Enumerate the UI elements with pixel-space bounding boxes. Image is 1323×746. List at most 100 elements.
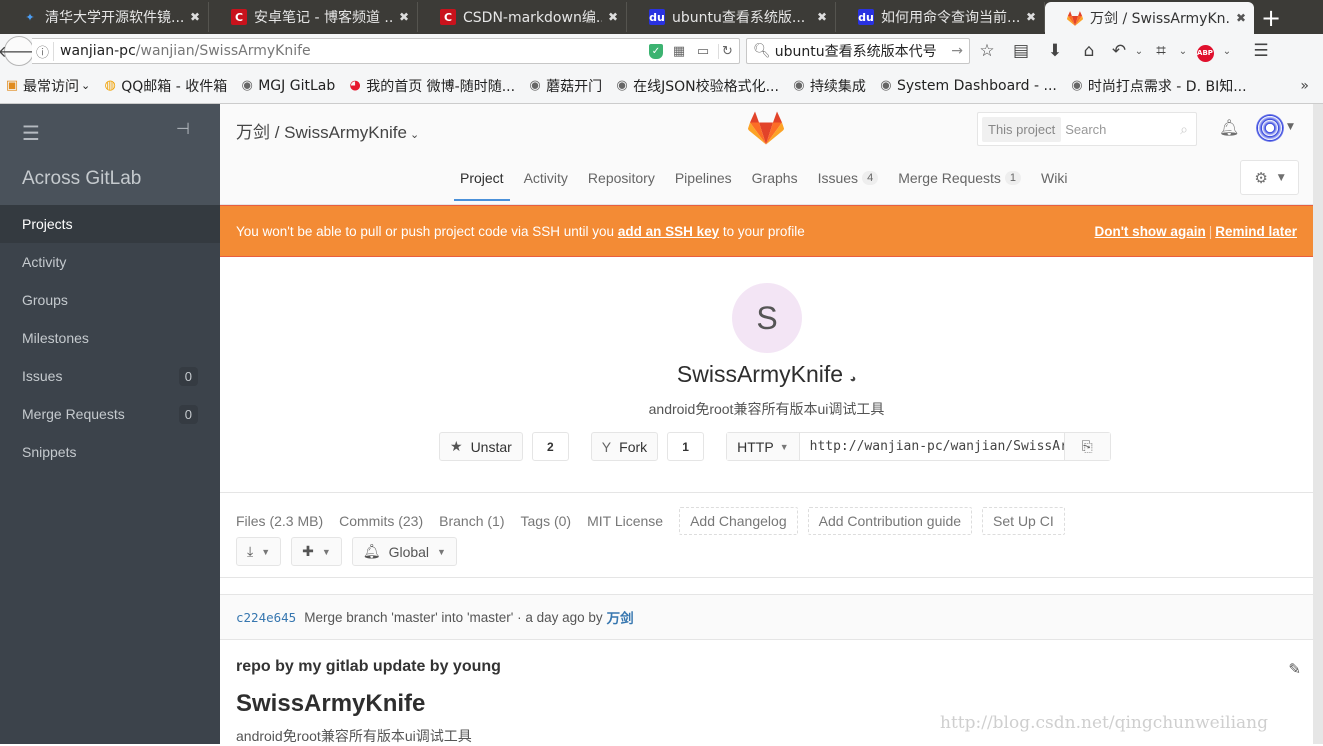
star-count[interactable]: 2 xyxy=(531,432,569,461)
hamburger-icon[interactable]: ☰ xyxy=(22,121,40,145)
add-ssh-key-link[interactable]: add an SSH key xyxy=(618,224,719,239)
chevron-down-icon[interactable]: ⌄ xyxy=(1176,46,1190,57)
license-link[interactable]: MIT License xyxy=(587,513,663,529)
tuna-icon: ✦ xyxy=(25,10,35,24)
remind-later-link[interactable]: Remind later xyxy=(1215,224,1297,239)
browser-tab[interactable]: ✦ 清华大学开源软件镜... ✖ xyxy=(0,2,209,32)
bookmark-item[interactable]: ▣ 最常访问 ⌄ xyxy=(4,76,90,96)
sidebar-title[interactable]: Across GitLab xyxy=(22,168,141,190)
bookmark-item[interactable]: ◉ System Dashboard - ... xyxy=(878,78,1057,94)
search-bar[interactable]: 🔍︎ ubuntu查看系统版本代号 → xyxy=(746,38,970,64)
tags-link[interactable]: Tags (0) xyxy=(521,513,572,529)
url-bar[interactable]: ⓘ wanjian-pc/wanjian/SwissArmyKnife ✓ ▦ … xyxy=(32,38,740,64)
reading-list-icon[interactable]: ▤ xyxy=(1004,41,1038,61)
notification-level-dropdown[interactable]: 🔔︎ Global ▼ xyxy=(351,537,457,566)
tab-merge-requests[interactable]: Merge Requests 1 xyxy=(892,162,1027,201)
clone-protocol-dropdown[interactable]: HTTP ▼ xyxy=(727,433,800,460)
tab-pipelines[interactable]: Pipelines xyxy=(669,162,738,201)
tab-project[interactable]: Project xyxy=(454,162,510,201)
undo-icon[interactable]: ↶ xyxy=(1106,41,1132,61)
close-tab-icon[interactable]: ✖ xyxy=(190,10,200,24)
edit-pencil-icon[interactable]: ✎ xyxy=(1288,660,1301,678)
bookmark-label: 时尚打点需求 - D. BI知... xyxy=(1087,78,1247,95)
page-scrollbar[interactable] xyxy=(1313,104,1323,744)
project-link[interactable]: SwissArmyKnife xyxy=(284,123,407,142)
browser-tab[interactable]: du ubuntu查看系统版... ✖ xyxy=(627,2,836,32)
setup-ci-button[interactable]: Set Up CI xyxy=(982,507,1065,535)
sidebar-item-merge-requests[interactable]: Merge Requests 0 xyxy=(0,395,220,433)
download-dropdown-button[interactable]: ⤓ ▼ xyxy=(236,537,282,566)
browser-tab[interactable]: C CSDN-markdown编... ✖ xyxy=(418,2,627,32)
bookmark-star-icon[interactable]: ☆ xyxy=(970,41,1004,61)
sidebar-item-projects[interactable]: Projects xyxy=(0,205,220,243)
bookmark-item[interactable]: ◍ QQ邮箱 - 收件箱 xyxy=(102,76,228,96)
close-tab-icon[interactable]: ✖ xyxy=(1026,10,1036,24)
close-tab-icon[interactable]: ✖ xyxy=(399,10,409,24)
project-search-input[interactable]: This project Search ⌕ xyxy=(977,112,1197,146)
files-link[interactable]: Files (2.3 MB) xyxy=(236,513,323,529)
qrcode-icon[interactable]: ▦ xyxy=(670,44,688,59)
user-avatar[interactable] xyxy=(1256,114,1284,142)
bookmarks-overflow-button[interactable]: » xyxy=(1300,78,1309,94)
close-tab-icon[interactable]: ✖ xyxy=(608,10,618,24)
chevron-down-icon[interactable]: ⌄ xyxy=(1220,46,1234,57)
tab-repository[interactable]: Repository xyxy=(582,162,661,201)
back-button[interactable]: 🡐 xyxy=(0,36,40,66)
commit-author-link[interactable]: 万剑 xyxy=(607,607,634,627)
bookmark-item[interactable]: ◉ MGJ GitLab xyxy=(239,78,336,94)
bookmark-item[interactable]: ◉ 蘑菇开门 xyxy=(527,76,602,96)
info-icon[interactable]: ⓘ xyxy=(32,41,54,61)
shield-icon[interactable]: ✓ xyxy=(649,43,663,59)
adblock-icon[interactable]: ABP xyxy=(1190,40,1220,62)
sidebar-item-issues[interactable]: Issues 0 xyxy=(0,357,220,395)
browser-tab[interactable]: du 如何用命令查询当前... ✖ xyxy=(836,2,1045,32)
home-icon[interactable]: ⌂ xyxy=(1072,41,1106,61)
clone-url-input[interactable]: http://wanjian-pc/wanjian/SwissArmyKnife… xyxy=(799,433,1064,460)
notifications-bell-icon[interactable]: 🔔︎ xyxy=(1219,118,1239,137)
settings-dropdown-button[interactable]: ⚙ ▼ xyxy=(1240,160,1299,195)
branch-link[interactable]: Branch (1) xyxy=(439,513,504,529)
bookmark-item[interactable]: ◉ 时尚打点需求 - D. BI知... xyxy=(1069,76,1247,96)
dont-show-again-link[interactable]: Don't show again xyxy=(1094,224,1205,239)
tab-label: Repository xyxy=(587,170,655,186)
download-icon[interactable]: ⬇ xyxy=(1038,41,1072,61)
tab-issues[interactable]: Issues 4 xyxy=(812,162,885,201)
gitlab-logo-icon[interactable] xyxy=(748,110,784,150)
bookmark-item[interactable]: ◉ 持续集成 xyxy=(791,76,866,96)
browser-tab[interactable]: C 安卓笔记 - 博客频道 ... ✖ xyxy=(209,2,418,32)
project-breadcrumb[interactable]: 万剑 / SwissArmyKnife ⌄ xyxy=(236,118,419,143)
tab-label: Graphs xyxy=(751,170,798,186)
go-arrow-icon[interactable]: → xyxy=(951,43,963,59)
commits-link[interactable]: Commits (23) xyxy=(339,513,423,529)
tab-activity[interactable]: Activity xyxy=(518,162,574,201)
reload-icon[interactable]: ↻ xyxy=(718,43,736,59)
close-tab-icon[interactable]: ✖ xyxy=(817,10,827,24)
tab-wiki[interactable]: Wiki xyxy=(1035,162,1073,201)
sidebar-item-groups[interactable]: Groups xyxy=(0,281,220,319)
reader-view-icon[interactable]: ▭ xyxy=(694,44,712,59)
add-contribution-guide-button[interactable]: Add Contribution guide xyxy=(807,507,973,535)
unstar-button[interactable]: ★ Unstar xyxy=(439,432,523,461)
bookmark-item[interactable]: ◕ 我的首页 微博-随时随... xyxy=(347,76,516,96)
tab-graphs[interactable]: Graphs xyxy=(746,162,804,201)
sidebar-item-snippets[interactable]: Snippets xyxy=(0,433,220,471)
caret-down-icon[interactable]: ▼ xyxy=(1287,122,1294,132)
sidebar-item-milestones[interactable]: Milestones xyxy=(0,319,220,357)
sidebar-item-activity[interactable]: Activity xyxy=(0,243,220,281)
pin-icon[interactable]: ⊣ xyxy=(176,119,190,138)
bookmark-item[interactable]: ◉ 在线JSON校验格式化... xyxy=(614,76,779,96)
browser-tab-active[interactable]: 万剑 / SwissArmyKn... ✖ xyxy=(1045,2,1254,34)
add-dropdown-button[interactable]: ✚ ▼ xyxy=(291,537,342,566)
chevron-down-icon[interactable]: ⌄ xyxy=(410,129,419,141)
chevron-down-icon[interactable]: ⌄ xyxy=(1132,46,1146,57)
crop-icon[interactable]: ⌗ xyxy=(1146,41,1176,61)
menu-icon[interactable]: ☰ xyxy=(1244,41,1278,61)
commit-sha-link[interactable]: c224e645 xyxy=(236,610,296,625)
fork-button[interactable]: Y Fork xyxy=(590,432,659,461)
fork-count[interactable]: 1 xyxy=(667,432,705,461)
add-changelog-button[interactable]: Add Changelog xyxy=(679,507,798,535)
close-tab-icon[interactable]: ✖ xyxy=(1236,11,1246,25)
new-tab-button[interactable]: + xyxy=(1254,2,1288,34)
copy-clipboard-button[interactable]: ⎘ xyxy=(1063,433,1110,460)
namespace-link[interactable]: 万剑 xyxy=(236,123,270,142)
